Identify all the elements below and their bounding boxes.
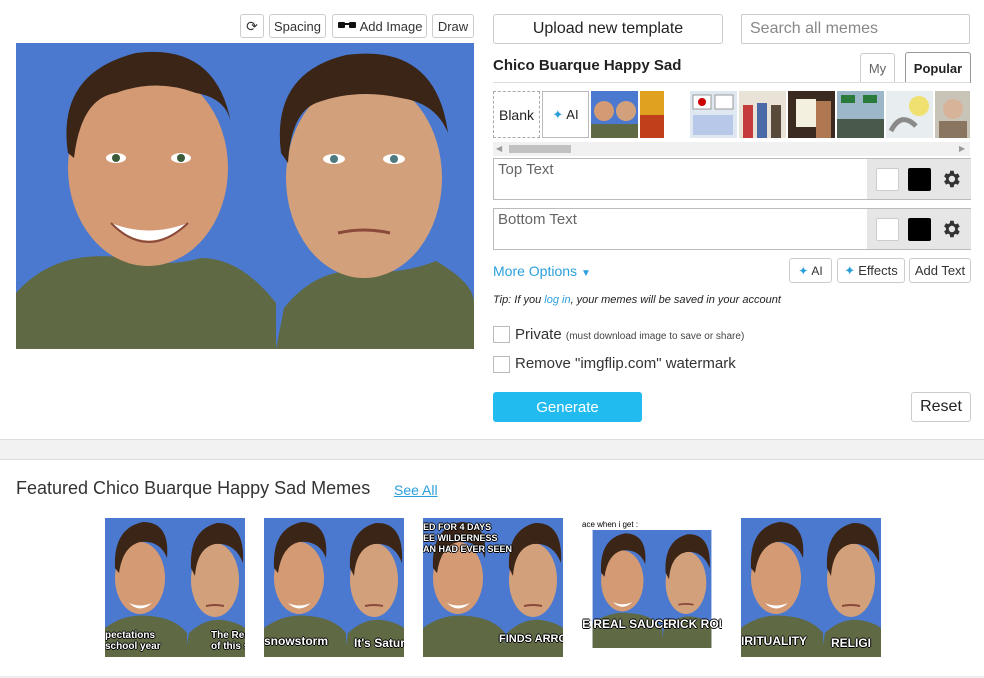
- ai-button-label: AI: [811, 263, 823, 278]
- ai-caption-button[interactable]: ✦ AI: [789, 258, 832, 283]
- caret-down-icon: ▼: [580, 268, 591, 279]
- effects-button[interactable]: ✦ Effects: [837, 258, 905, 283]
- spacing-button[interactable]: Spacing: [269, 14, 326, 38]
- add-image-label: Add Image: [359, 18, 423, 34]
- private-label: Private (must download image to save or …: [515, 326, 744, 343]
- template-thumb[interactable]: [640, 91, 664, 138]
- template-title: Chico Buarque Happy Sad: [493, 57, 682, 74]
- ai-template-tile[interactable]: ✦ AI: [542, 91, 589, 138]
- scroll-left-icon[interactable]: ◀: [496, 142, 502, 156]
- meme-caption: E REAL SAUCE: [582, 617, 672, 631]
- glasses-icon: [337, 22, 356, 28]
- gear-icon[interactable]: [940, 168, 962, 190]
- watermark-checkbox[interactable]: [493, 356, 510, 373]
- thumb-image: [886, 91, 933, 138]
- featured-meme-item[interactable]: snowstorm It's Satur: [264, 518, 404, 657]
- login-tip: Tip: If you log in, your memes will be s…: [493, 294, 781, 306]
- meme-faces-illustration: [16, 43, 474, 349]
- meme-caption: ED FOR 4 DAYS EE WILDERNESS AN HAD EVER …: [423, 522, 513, 554]
- text-color-swatch[interactable]: [908, 218, 931, 241]
- tip-prefix: Tip: If you: [493, 294, 545, 306]
- meme-caption: snowstorm: [264, 634, 329, 648]
- login-link[interactable]: log in: [544, 294, 570, 306]
- text-tools: [867, 159, 971, 199]
- private-text: Private: [515, 326, 562, 343]
- effects-label: Effects: [858, 263, 898, 278]
- template-thumb[interactable]: [591, 91, 638, 138]
- add-image-button[interactable]: Add Image: [332, 14, 427, 38]
- thumb-image: [640, 91, 664, 138]
- thumb-image: [690, 91, 737, 138]
- thumb-image: [788, 91, 835, 138]
- template-thumb[interactable]: [935, 91, 970, 138]
- ai-tile-label: AI: [566, 107, 579, 122]
- add-text-button[interactable]: Add Text: [909, 258, 971, 283]
- meme-caption: pectations school year: [105, 630, 161, 652]
- meme-caption: It's Satur: [354, 636, 404, 650]
- thumb-image: [837, 91, 884, 138]
- scroll-right-icon[interactable]: ▶: [959, 142, 965, 156]
- thumb-image: [739, 91, 786, 138]
- outline-color-swatch[interactable]: [876, 218, 899, 241]
- meme-caption: RICK ROLL: [668, 617, 722, 631]
- private-checkbox[interactable]: [493, 326, 510, 343]
- text-tools: [867, 209, 971, 249]
- thumb-image: [935, 91, 970, 138]
- featured-meme-item[interactable]: pectations school year The Real of this s…: [105, 518, 245, 657]
- blank-template-tile[interactable]: Blank: [493, 91, 540, 138]
- section-divider: [0, 439, 984, 460]
- meme-caption: ace when i get :: [582, 520, 639, 529]
- bottom-text-box: [493, 208, 971, 250]
- meme-caption: IRITUALITY: [741, 634, 807, 648]
- template-strip-scrollbar[interactable]: ◀ ▶: [493, 142, 970, 156]
- private-note: (must download image to save or share): [565, 331, 745, 342]
- tab-popular[interactable]: Popular: [905, 52, 971, 83]
- meme-caption: The Real of this scho: [211, 630, 245, 652]
- tab-my[interactable]: My: [860, 53, 895, 83]
- thumb-image: [591, 91, 638, 138]
- meme-caption: RELIGI: [831, 636, 872, 650]
- see-all-link[interactable]: See All: [394, 482, 438, 498]
- template-thumb[interactable]: [690, 91, 737, 138]
- featured-meme-item[interactable]: ED FOR 4 DAYS EE WILDERNESS AN HAD EVER …: [423, 518, 563, 657]
- more-options-label: More Options: [493, 263, 578, 279]
- scroll-thumb[interactable]: [509, 145, 571, 153]
- search-input[interactable]: [741, 14, 970, 44]
- meme-caption: FINDS ARROW: [499, 633, 563, 645]
- outline-color-swatch[interactable]: [876, 168, 899, 191]
- sparkle-icon: ✦: [844, 262, 856, 278]
- sparkle-icon: ✦: [798, 263, 809, 278]
- top-text-input[interactable]: [494, 159, 867, 199]
- top-text-box: [493, 158, 971, 200]
- template-thumb[interactable]: [837, 91, 884, 138]
- template-thumb[interactable]: [886, 91, 933, 138]
- watermark-label: Remove "imgflip.com" watermark: [515, 355, 736, 372]
- featured-title: Featured Chico Buarque Happy Sad Memes: [16, 478, 371, 498]
- more-options-link[interactable]: More Options ▼: [493, 263, 591, 279]
- generate-button[interactable]: Generate: [493, 392, 642, 422]
- bottom-text-input[interactable]: [494, 209, 867, 249]
- draw-button[interactable]: Draw: [432, 14, 474, 38]
- featured-meme-item[interactable]: ace when i get : E REAL SAUCERICK ROLL: [582, 518, 722, 657]
- reset-button[interactable]: Reset: [911, 392, 971, 422]
- sparkle-icon: ✦: [552, 106, 564, 122]
- gear-icon[interactable]: [940, 218, 962, 240]
- text-color-swatch[interactable]: [908, 168, 931, 191]
- divider: [493, 82, 970, 83]
- rotate-button[interactable]: ⟳: [240, 14, 264, 38]
- meme-preview-image[interactable]: [16, 43, 474, 349]
- upload-template-button[interactable]: Upload new template: [493, 14, 723, 44]
- featured-meme-item[interactable]: IRITUALITY RELIGI: [741, 518, 881, 657]
- tip-suffix: , your memes will be saved in your accou…: [570, 294, 781, 306]
- template-strip: Blank ✦ AI: [493, 91, 970, 139]
- template-thumb[interactable]: [739, 91, 786, 138]
- template-thumb[interactable]: [788, 91, 835, 138]
- rotate-icon: ⟳: [246, 17, 258, 34]
